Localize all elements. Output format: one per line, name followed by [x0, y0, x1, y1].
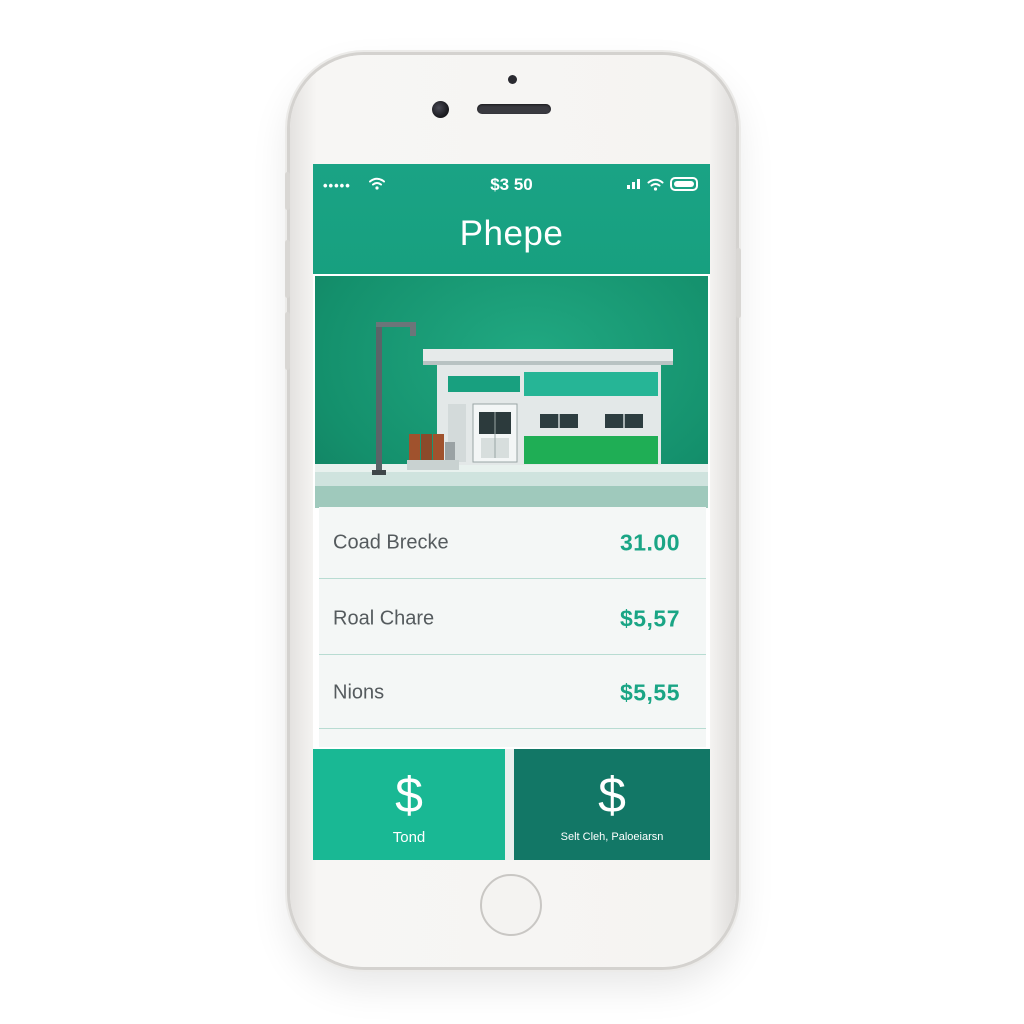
tond-button[interactable]: $ Tond	[313, 749, 505, 860]
dollar-icon: $	[395, 767, 423, 823]
hero-image	[315, 276, 708, 508]
button-divider	[505, 749, 514, 860]
proximity-sensor	[508, 75, 517, 84]
wifi-icon	[647, 178, 664, 191]
list-item-label: Roal Chare	[333, 607, 435, 629]
home-button[interactable]	[480, 874, 542, 936]
status-bar: ••••• $3 50	[313, 174, 710, 196]
list-item-value: $5,57	[619, 605, 680, 631]
list-item-value: 31.00	[619, 529, 680, 555]
list-item-value: $5,55	[619, 679, 680, 705]
list-item-label: Nions	[333, 681, 385, 703]
cellular-bars-icon	[627, 179, 640, 189]
list-item[interactable]: Roal Chare $5,57	[319, 583, 706, 655]
list-item[interactable]: Coad Brecke 31.00	[319, 507, 706, 579]
volume-down-button	[285, 312, 290, 370]
earpiece-speaker	[477, 104, 551, 114]
app-screen: ••••• $3 50 Phepe Coad Brecke 31.00 Roal…	[313, 164, 710, 860]
battery-icon	[670, 177, 698, 191]
list-item[interactable]: Nions $5,55	[319, 657, 706, 729]
payment-button[interactable]: $ Selt Cleh, Paloeiarsn	[514, 749, 710, 860]
status-indicators	[627, 177, 698, 191]
app-title: Phepe	[459, 214, 564, 253]
mute-switch	[285, 172, 290, 210]
dollar-icon: $	[598, 767, 626, 823]
gas-station-illustration	[315, 322, 708, 508]
volume-up-button	[285, 240, 290, 298]
power-button	[736, 248, 741, 318]
app-header: ••••• $3 50 Phepe	[313, 164, 710, 274]
price-list: Coad Brecke 31.00 Roal Chare $5,57 Nions…	[319, 507, 706, 747]
list-item-label: Coad Brecke	[333, 531, 449, 553]
front-camera	[432, 101, 449, 118]
button-label: Selt Cleh, Paloeiarsn	[560, 831, 664, 843]
button-label: Tond	[392, 829, 426, 846]
